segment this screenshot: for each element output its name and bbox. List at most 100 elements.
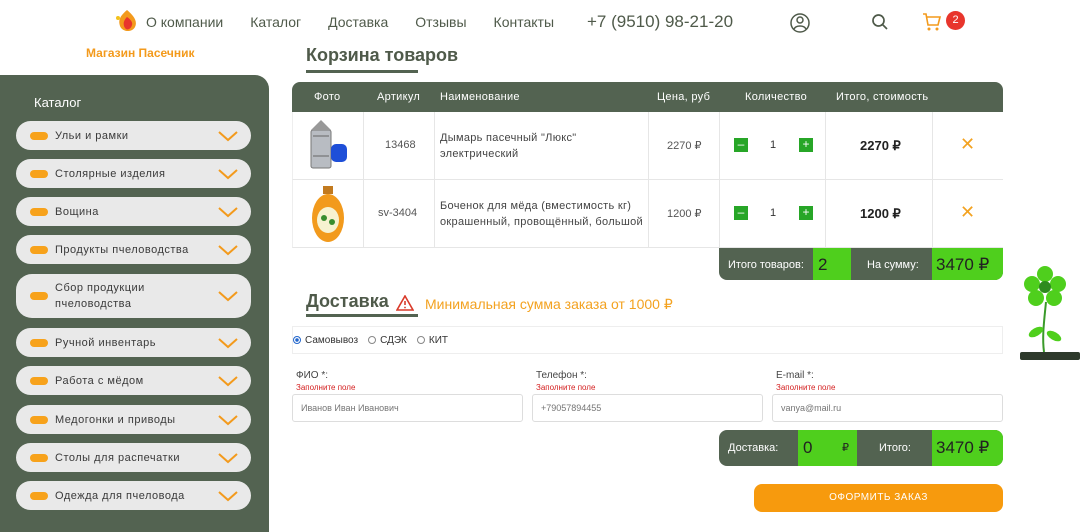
user-icon[interactable] <box>789 12 811 34</box>
sidebar-category-item[interactable]: Продукты пчеловодства <box>16 235 251 264</box>
items-count-label: Итого товаров: <box>728 259 804 271</box>
fio-error: Заполните поле <box>296 383 356 392</box>
delivery-options: Самовывоз СДЭК КИТ <box>292 326 1003 354</box>
place-order-button[interactable]: ОФОРМИТЬ ЗАКАЗ <box>754 484 1003 512</box>
category-label: Продукты пчеловодства <box>55 243 189 256</box>
col-photo: Фото <box>314 91 341 103</box>
nav-reviews[interactable]: Отзывы <box>415 14 466 30</box>
col-name: Наименование <box>440 91 520 103</box>
qty-plus-button[interactable]: + <box>799 138 813 152</box>
sidebar-category-item[interactable]: Сбор продукции пчеловодства <box>16 274 251 318</box>
email-input[interactable] <box>772 394 1003 422</box>
warning-icon <box>396 295 414 311</box>
phone-label: Телефон *: <box>536 370 587 381</box>
qty-plus-button[interactable]: + <box>799 206 813 220</box>
sidebar-category-item[interactable]: Медогонки и приводы <box>16 405 251 434</box>
chevron-down-icon[interactable] <box>217 337 239 349</box>
grand-total-label: Итого: <box>879 442 911 454</box>
items-count-value: 2 <box>813 248 851 280</box>
product-image-barrel[interactable] <box>307 184 349 244</box>
option-sdek[interactable]: СДЭК <box>368 335 407 346</box>
sidebar-category-item[interactable]: Ручной инвентарь <box>16 328 251 357</box>
main-nav: О компании Каталог Доставка Отзывы Конта… <box>146 14 581 30</box>
chevron-down-icon[interactable] <box>217 414 239 426</box>
logo-icon[interactable] <box>114 8 140 36</box>
chevron-down-icon[interactable] <box>217 452 239 464</box>
delivery-title: Доставка <box>306 291 389 311</box>
sidebar-category-item[interactable]: Работа с мёдом <box>16 366 251 395</box>
sidebar-category-item[interactable]: Одежда для пчеловода <box>16 481 251 510</box>
option-pickup[interactable]: Самовывоз <box>293 335 358 346</box>
chevron-down-icon[interactable] <box>217 130 239 142</box>
table-row: sv-3404 Боченок для мёда (вместимость кг… <box>292 180 1003 248</box>
delivery-cost-label: Доставка: <box>728 442 779 454</box>
delivery-totals-bar: Доставка: 0 ₽ Итого: 3470 ₽ <box>719 430 1003 466</box>
row-sku: sv-3404 <box>378 207 418 219</box>
row-total: 2270 ₽ <box>860 138 901 153</box>
category-marker <box>30 376 48 385</box>
sidebar-category-item[interactable]: Вощина <box>16 197 251 226</box>
table-row: 13468 Дымарь пасечный "Люкс" электрическ… <box>292 112 1003 180</box>
nav-delivery[interactable]: Доставка <box>328 14 388 30</box>
qty-value[interactable]: 1 <box>770 207 776 219</box>
title-underline <box>306 70 418 73</box>
row-sku: 13468 <box>385 139 416 151</box>
min-order-warning: Минимальная сумма заказа от 1000 ₽ <box>425 296 673 312</box>
flower-decoration <box>1020 266 1080 360</box>
chevron-down-icon[interactable] <box>217 375 239 387</box>
cart-totals-bar: Итого товаров: 2 На сумму: 3470 ₽ <box>719 248 1003 280</box>
phone-input[interactable] <box>532 394 763 422</box>
chevron-down-icon[interactable] <box>217 206 239 218</box>
product-image-smoker[interactable] <box>301 116 357 176</box>
category-label: Столы для распечатки <box>55 451 181 464</box>
qty-minus-button[interactable]: – <box>734 206 748 220</box>
chevron-down-icon[interactable] <box>217 290 239 302</box>
row-price: 1200 ₽ <box>667 208 702 220</box>
category-label: Ручной инвентарь <box>55 336 156 349</box>
sidebar-title: Каталог <box>34 95 82 110</box>
nav-catalog[interactable]: Каталог <box>250 14 301 30</box>
cart-count-badge[interactable]: 2 <box>946 11 965 30</box>
category-label: Сбор продукции пчеловодства <box>55 282 145 310</box>
col-total: Итого, стоимость <box>836 91 929 103</box>
title-underline <box>306 314 418 317</box>
category-label: Ульи и рамки <box>55 129 129 142</box>
category-label: Столярные изделия <box>55 167 166 180</box>
sidebar-category-item[interactable]: Ульи и рамки <box>16 121 251 150</box>
cart-icon[interactable] <box>922 12 942 32</box>
search-icon[interactable] <box>871 13 889 31</box>
chevron-down-icon[interactable] <box>217 490 239 502</box>
qty-minus-button[interactable]: – <box>734 138 748 152</box>
col-price: Цена, руб <box>657 91 711 103</box>
email-label: E-mail *: <box>776 370 814 381</box>
category-label: Одежда для пчеловода <box>55 489 185 502</box>
remove-item-icon[interactable]: ✕ <box>960 202 975 223</box>
sum-value: 3470 ₽ <box>932 248 1003 280</box>
col-sku: Артикул <box>377 91 421 103</box>
chevron-down-icon[interactable] <box>217 168 239 180</box>
category-marker <box>30 415 48 424</box>
category-marker <box>30 131 48 140</box>
sum-label: На сумму: <box>867 259 919 271</box>
category-marker <box>30 338 48 347</box>
nav-contacts[interactable]: Контакты <box>494 14 554 30</box>
row-product-name[interactable]: Боченок для мёда (вместимость кг) окраше… <box>440 198 645 230</box>
category-label: Работа с мёдом <box>55 374 144 387</box>
row-price: 2270 ₽ <box>667 140 702 152</box>
option-kit[interactable]: КИТ <box>416 335 448 346</box>
cart-table-header: Фото Артикул Наименование Цена, руб Коли… <box>292 82 1003 112</box>
qty-value[interactable]: 1 <box>770 139 776 151</box>
phone-number[interactable]: +7 (9510) 98-21-20 <box>587 12 733 32</box>
chevron-down-icon[interactable] <box>217 244 239 256</box>
sidebar-category-item[interactable]: Столы для распечатки <box>16 443 251 472</box>
phone-error: Заполните поле <box>536 383 596 392</box>
nav-about[interactable]: О компании <box>146 14 223 30</box>
fio-label: ФИО *: <box>296 370 329 381</box>
row-product-name[interactable]: Дымарь пасечный "Люкс" электрический <box>440 130 640 162</box>
fio-input[interactable] <box>292 394 523 422</box>
shop-name[interactable]: Магазин Пасечник <box>86 46 195 60</box>
sidebar-category-item[interactable]: Столярные изделия <box>16 159 251 188</box>
remove-item-icon[interactable]: ✕ <box>960 134 975 155</box>
grand-total-value: 3470 ₽ <box>932 430 1003 466</box>
category-label: Вощина <box>55 205 99 218</box>
